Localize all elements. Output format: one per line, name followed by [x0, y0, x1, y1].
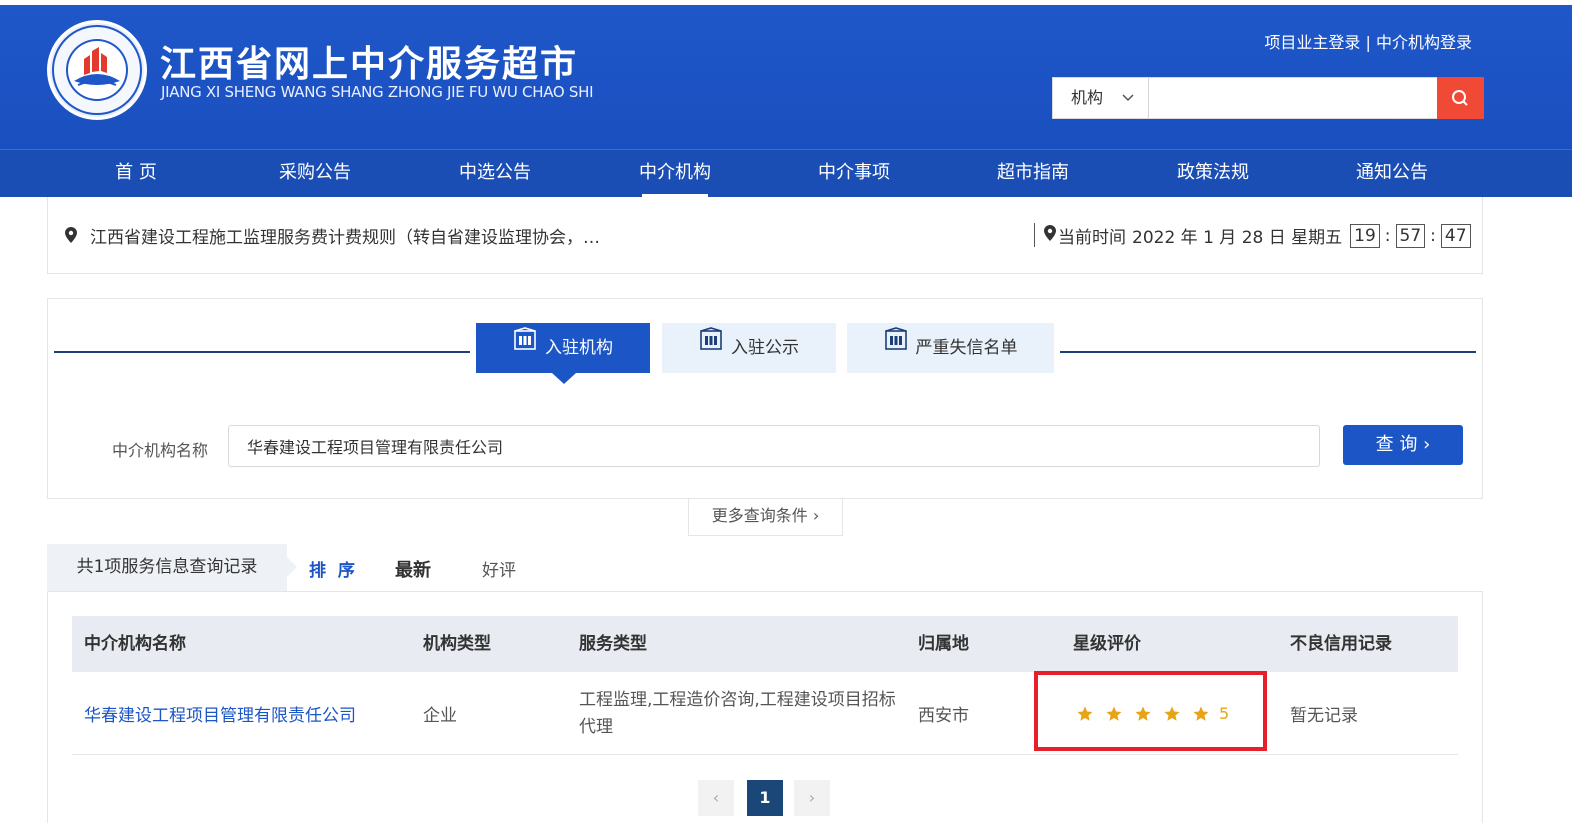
sort-label: 排 序	[309, 561, 358, 581]
nav-item-matters[interactable]: 中介事项	[811, 150, 897, 198]
nav-item-policy[interactable]: 政策法规	[1170, 150, 1256, 198]
table-header: 中介机构名称 机构类型 服务类型 归属地 星级评价 不良信用记录	[72, 616, 1458, 672]
query-button[interactable]: 查 询 ›	[1343, 425, 1463, 465]
nav-item-procurement[interactable]: 采购公告	[272, 150, 358, 198]
site-header: 江西省网上中介服务超市 JIANG XI SHENG WANG SHANG ZH…	[0, 5, 1572, 149]
clock-label: 当前时间	[1058, 228, 1126, 248]
tab-rule-left	[54, 351, 470, 353]
tab-registration-publicity[interactable]: 入驻公示	[662, 323, 836, 373]
tab-dishonesty-list[interactable]: 严重失信名单	[847, 323, 1054, 373]
active-tab-pointer	[552, 373, 576, 384]
building-icon	[699, 321, 723, 371]
rating-highlight-box	[1034, 671, 1267, 751]
col-agency-type: 机构类型	[423, 634, 491, 654]
agency-name-label: 中介机构名称	[112, 441, 209, 460]
search-icon	[1452, 90, 1468, 106]
pagination: ‹ 1 ›	[47, 780, 1483, 820]
clock-pin-icon	[1044, 225, 1056, 246]
col-credit-record: 不良信用记录	[1290, 634, 1392, 654]
agency-name-input[interactable]	[228, 425, 1320, 467]
sort-rating[interactable]: 好评	[482, 556, 516, 581]
next-page-button[interactable]: ›	[794, 780, 830, 816]
search-panel: 入驻机构 入驻公示 严重失信名单 中介机构名称 查 询 ›	[47, 298, 1483, 499]
nav-item-agencies[interactable]: 中介机构	[632, 150, 718, 198]
tab-rule-right	[1060, 351, 1476, 353]
search-type-value: 机构	[1071, 88, 1104, 107]
notice-bar: 江西省建设工程施工监理服务费计费规则（转自省建设监理协会，… 当前时间 2022…	[47, 197, 1483, 274]
nav-item-home[interactable]: 首 页	[96, 150, 176, 198]
location-pin-icon	[65, 227, 77, 247]
agency-type-cell: 企业	[423, 706, 457, 726]
notice-link[interactable]: 江西省建设工程施工监理服务费计费规则（转自省建设监理协会，…	[90, 223, 600, 248]
clock-second: 47	[1440, 223, 1471, 248]
credit-record-cell: 暂无记录	[1290, 706, 1358, 726]
site-logo-seal	[47, 20, 147, 120]
current-page[interactable]: 1	[747, 780, 783, 816]
service-type-cell: 工程监理,工程造价咨询,工程建设项目招标代理	[579, 689, 896, 737]
more-conditions-button[interactable]: 更多查询条件 ›	[688, 499, 843, 536]
notice-divider	[1034, 223, 1035, 247]
owner-login-link[interactable]: 项目业主登录	[1264, 33, 1360, 52]
tab-label: 入驻机构	[545, 338, 613, 358]
site-title: 江西省网上中介服务超市	[160, 44, 579, 85]
result-count: 共1项服务信息查询记录	[47, 544, 297, 591]
col-location: 归属地	[918, 634, 969, 654]
sort-newest[interactable]: 最新	[395, 556, 431, 582]
search-type-select[interactable]: 机构	[1053, 78, 1149, 118]
header-search: 机构	[1052, 77, 1484, 119]
nav-item-guide[interactable]: 超市指南	[990, 150, 1076, 198]
header-search-input[interactable]	[1149, 78, 1439, 118]
site-subtitle: JIANG XI SHENG WANG SHANG ZHONG JIE FU W…	[161, 83, 594, 101]
nav-item-notices[interactable]: 通知公告	[1349, 150, 1435, 198]
login-separator: |	[1365, 33, 1371, 52]
col-agency-name: 中介机构名称	[84, 634, 186, 654]
clock-minute: 57	[1395, 223, 1426, 248]
clock-hour: 19	[1350, 223, 1380, 248]
agency-login-link[interactable]: 中介机构登录	[1376, 33, 1472, 52]
clock-date: 2022 年 1 月 28 日 星期五	[1132, 228, 1343, 248]
building-icon	[884, 321, 908, 371]
search-button[interactable]	[1437, 77, 1484, 119]
main-nav: 首 页 采购公告 中选公告 中介机构 中介事项 超市指南 政策法规 通知公告	[0, 149, 1572, 198]
tab-label: 严重失信名单	[915, 338, 1018, 358]
chevron-down-icon	[1122, 78, 1134, 134]
results-section: 共1项服务信息查询记录 排 序 最新 好评 中介机构名称 机构类型 服务类型 归…	[47, 544, 1483, 823]
building-icon	[513, 321, 537, 371]
clock-colon: :	[1384, 225, 1391, 246]
col-service-type: 服务类型	[579, 634, 647, 654]
clock-colon: :	[1430, 225, 1436, 246]
prev-page-button[interactable]: ‹	[698, 780, 734, 816]
current-time: 当前时间 2022 年 1 月 28 日 星期五 19 : 57 : 47	[1044, 223, 1473, 248]
tab-registered-agencies[interactable]: 入驻机构	[476, 323, 650, 373]
nav-item-selection[interactable]: 中选公告	[452, 150, 538, 198]
tab-label: 入驻公示	[731, 338, 799, 358]
col-star-rating: 星级评价	[1073, 634, 1141, 654]
login-links: 项目业主登录 | 中介机构登录	[1264, 29, 1472, 53]
agency-name-link[interactable]: 华春建设工程项目管理有限责任公司	[84, 672, 404, 755]
